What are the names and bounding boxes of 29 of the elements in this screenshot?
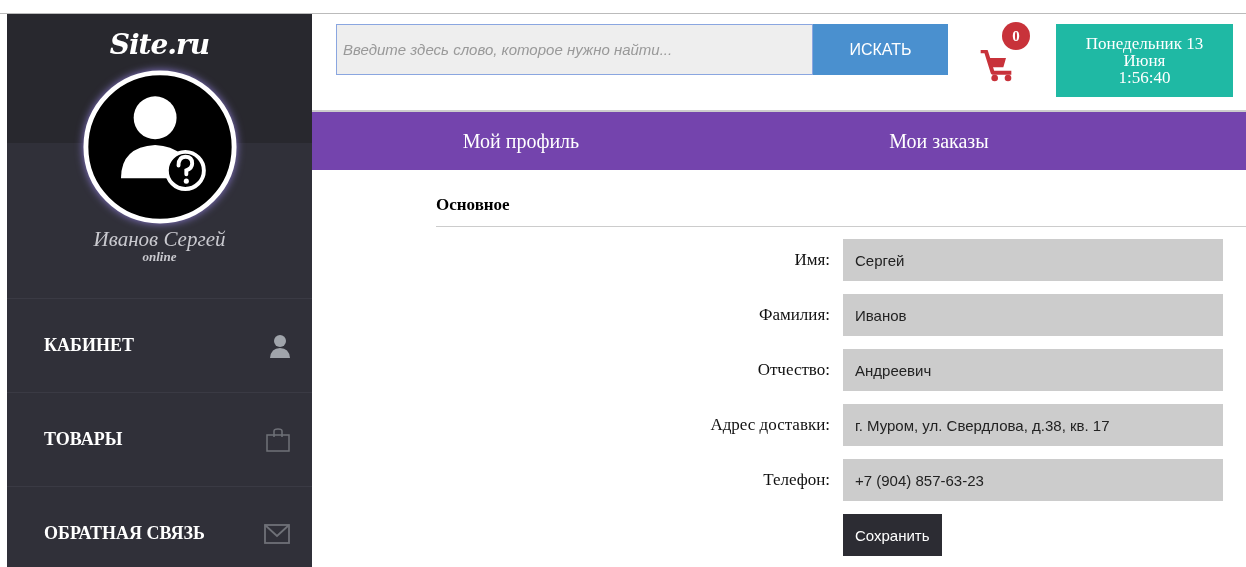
field-label: Адрес доставки: bbox=[709, 414, 830, 436]
bag-icon bbox=[266, 427, 290, 452]
nav-tab[interactable]: Мой профиль bbox=[312, 112, 730, 170]
menu-item[interactable]: КАБИНЕТ bbox=[7, 298, 312, 392]
mail-icon bbox=[264, 523, 290, 544]
input-field[interactable]: +7 (904) 857-63-23 bbox=[843, 459, 1223, 501]
field-label: Отчество: bbox=[756, 359, 830, 381]
field-label: Имя: bbox=[793, 249, 830, 271]
date-day: Понедельник 13 bbox=[1085, 35, 1204, 52]
menu-item[interactable]: ТОВАРЫ bbox=[7, 392, 312, 486]
section-title: Основное bbox=[436, 170, 1246, 227]
search-field[interactable]: Введите здесь слово, которое нужно найти... bbox=[336, 24, 813, 75]
cart-count-badge: 0 bbox=[1002, 22, 1030, 50]
field-label: Фамилия: bbox=[758, 304, 830, 326]
menu-item[interactable]: ОБРАТНАЯ СВЯЗЬ bbox=[7, 486, 312, 567]
clock-time: 1:56:40 bbox=[1118, 69, 1171, 86]
input-field[interactable]: Сергей bbox=[843, 239, 1223, 281]
input-field[interactable]: Андреевич bbox=[843, 349, 1223, 391]
nav-tab[interactable]: Мои заказы bbox=[730, 112, 1148, 170]
user-name: Иванов Сергей bbox=[93, 228, 226, 250]
field-label: Телефон: bbox=[762, 469, 830, 491]
date-month: Июня bbox=[1123, 52, 1166, 69]
input-field[interactable]: Иванов bbox=[843, 294, 1223, 336]
site-logo[interactable]: Site.ru bbox=[109, 28, 210, 60]
user-status: online bbox=[142, 250, 177, 264]
input-field[interactable]: г. Муром, ул. Свердлова, д.38, кв. 17 bbox=[843, 404, 1223, 446]
save-button[interactable]: Сохранить bbox=[843, 514, 942, 556]
avatar-icon bbox=[81, 69, 238, 225]
user-icon bbox=[270, 333, 290, 358]
